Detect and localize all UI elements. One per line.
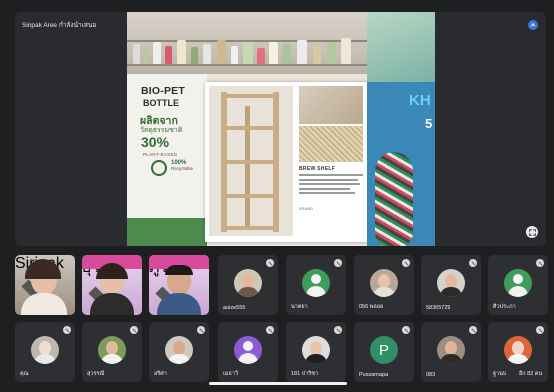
participant-name: 58365729 — [426, 305, 451, 311]
participant-name: ฐานบ — [493, 371, 507, 377]
participant-avatar — [234, 269, 262, 297]
default-avatar-icon — [504, 269, 532, 297]
participant-tile[interactable]: คุณ — [15, 322, 75, 382]
participant-name: คุณ — [20, 371, 29, 377]
participant-avatar — [98, 336, 126, 364]
recycle-icon — [151, 160, 167, 176]
participant-tile[interactable]: 181 ปาริชา — [286, 322, 346, 382]
brew-title: BREW SHELF — [299, 166, 336, 172]
mic-muted-icon — [63, 326, 71, 334]
participant-tile[interactable]: 083 — [421, 322, 481, 382]
participant-avatar — [302, 336, 330, 364]
participant-avatar — [504, 336, 532, 364]
participant-tile[interactable]: 58365729 — [421, 255, 481, 315]
more-participants-count[interactable]: อีก 82 คน — [519, 370, 542, 378]
bio-pet-ad: BIO-PET BOTTLE ผลิตจาก วัสดุธรรมชาติ 30%… — [127, 74, 207, 246]
participant-tile-more[interactable]: ฐานบ อีก 82 คน — [488, 322, 548, 382]
shelf-render-image — [209, 86, 293, 236]
brew-shelf-card: BREW SHELF BRAND — [205, 82, 367, 242]
participant-tile-video[interactable]: Siripak — [15, 255, 75, 315]
bio-recyclable: Recyclable — [171, 166, 194, 171]
meeting-window: Siripak Aree กำลังนำเสนอ BIO-PET BOTTLE … — [0, 0, 554, 392]
shared-screen-panel[interactable]: Siripak Aree กำลังนำเสนอ BIO-PET BOTTLE … — [15, 12, 546, 246]
mic-muted-icon — [130, 326, 138, 334]
mic-muted-icon — [469, 326, 477, 334]
bio-percent: 30% — [141, 134, 170, 150]
material-closeup-image — [299, 126, 363, 162]
mic-muted-icon — [197, 326, 205, 334]
sandal-illustration — [375, 152, 413, 246]
mic-muted-icon — [536, 259, 544, 267]
illustration-top — [367, 12, 435, 82]
mic-muted-icon — [402, 259, 410, 267]
participant-name: อริศา — [154, 371, 167, 377]
participant-tile[interactable]: 056 พลอย — [354, 255, 414, 315]
participant-avatar — [437, 269, 465, 297]
bio-title-line2: BOTTLE — [143, 98, 179, 108]
mic-muted-icon — [334, 259, 342, 267]
participant-avatar — [370, 269, 398, 297]
slide-kh-text: KH — [409, 92, 431, 109]
participant-avatar — [31, 336, 59, 364]
brew-brand: BRAND — [299, 206, 314, 211]
participant-tile[interactable]: P Pussamapa — [354, 322, 414, 382]
participant-tile[interactable]: auize555 — [218, 255, 278, 315]
participant-name: เมธาวี — [223, 371, 239, 377]
participant-name: auize555 — [223, 305, 246, 311]
participant-tile-video[interactable]: ภูริชช — [149, 255, 209, 315]
presentation-slide: BIO-PET BOTTLE ผลิตจาก วัสดุธรรมชาติ 30%… — [127, 12, 435, 246]
mic-muted-icon — [469, 259, 477, 267]
participant-tile[interactable]: เมธาวี — [218, 322, 278, 382]
participant-tile[interactable]: อริศา — [149, 322, 209, 382]
letter-avatar: P — [370, 336, 398, 364]
participant-tile[interactable]: นาตยา — [286, 255, 346, 315]
shelf-photo — [127, 12, 367, 74]
participant-name: 056 พลอย — [359, 304, 384, 310]
participant-name: นาตยา — [291, 304, 308, 310]
slide-right-panel: KH 5 — [367, 12, 435, 246]
home-indicator[interactable] — [209, 382, 347, 385]
bio-plant-based: PLANT-BASED — [143, 152, 178, 157]
mic-muted-icon — [402, 326, 410, 334]
participant-name: Pussamapa — [359, 372, 389, 378]
participant-tile-video[interactable]: ยุวรณ์ — [82, 255, 142, 315]
bio-title-line1: BIO-PET — [141, 85, 185, 97]
shelf-detail-image — [299, 86, 363, 124]
participant-avatar — [165, 336, 193, 364]
participant-name: 083 — [426, 372, 436, 378]
mic-muted-icon — [334, 326, 342, 334]
green-band — [127, 218, 207, 246]
presenter-label: Siripak Aree กำลังนำเสนอ — [22, 22, 97, 29]
participant-name: ศิวประภา — [493, 304, 516, 310]
slide-number-text: 5 — [425, 116, 433, 131]
participant-tile[interactable]: สุวรรณี — [82, 322, 142, 382]
participant-tile[interactable]: ศิวประภา — [488, 255, 548, 315]
default-avatar-icon — [302, 269, 330, 297]
participant-name: สุวรรณี — [87, 371, 105, 377]
expand-icon[interactable] — [526, 226, 538, 238]
participant-name: 181 ปาริชา — [291, 371, 319, 377]
participant-avatar — [437, 336, 465, 364]
screen-share-icon[interactable] — [528, 20, 538, 30]
default-avatar-icon — [234, 336, 262, 364]
mic-muted-icon — [266, 259, 274, 267]
brew-description — [299, 174, 363, 202]
mic-muted-icon — [536, 326, 544, 334]
mic-muted-icon — [266, 326, 274, 334]
